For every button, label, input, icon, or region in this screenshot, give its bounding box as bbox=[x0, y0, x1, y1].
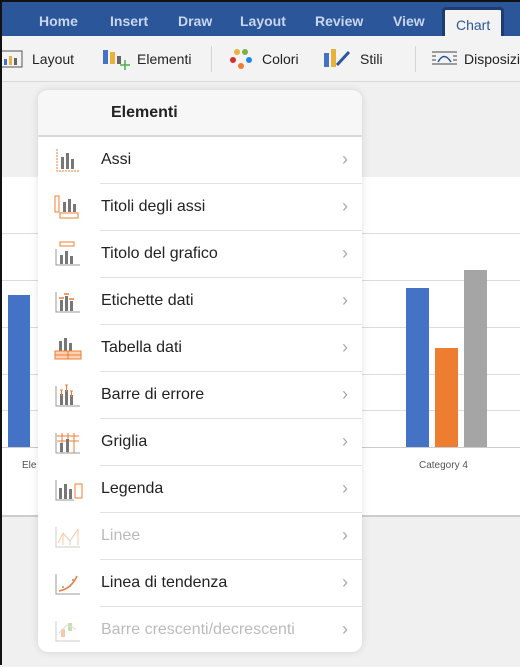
axes-icon bbox=[56, 149, 79, 172]
menu-item-label: Assi bbox=[101, 151, 132, 168]
menu-item-gridlines[interactable]: Griglia › bbox=[38, 419, 362, 466]
tab-chart[interactable]: Chart bbox=[442, 7, 505, 36]
arrange-icon bbox=[432, 51, 457, 65]
chevron-right-icon: › bbox=[342, 149, 348, 169]
menu-item-label: Barre crescenti/decrescenti bbox=[101, 621, 295, 638]
toolbar: Layout Elementi Colori Stili Disposizi bbox=[2, 36, 520, 82]
error-bars-icon bbox=[55, 384, 80, 407]
divider bbox=[415, 46, 416, 72]
colori-button[interactable]: Colori bbox=[262, 51, 299, 67]
colors-icon bbox=[230, 49, 252, 69]
up-down-bars-icon bbox=[55, 621, 80, 642]
menu-item-label: Griglia bbox=[101, 433, 148, 450]
chevron-right-icon: › bbox=[342, 572, 348, 592]
chevron-right-icon: › bbox=[342, 384, 348, 404]
menu-item-error-bars[interactable]: Barre di errore › bbox=[38, 372, 362, 419]
chevron-right-icon: › bbox=[342, 290, 348, 310]
menu-item-legend[interactable]: Legenda › bbox=[38, 466, 362, 513]
chevron-right-icon: › bbox=[342, 431, 348, 451]
legend-icon bbox=[55, 480, 83, 501]
tab-review[interactable]: Review bbox=[315, 13, 363, 29]
menu-item-label: Barre di errore bbox=[101, 386, 205, 403]
gridlines-icon bbox=[55, 433, 80, 454]
bar-series2-cat4 bbox=[435, 348, 458, 447]
menu-item-label: Etichette dati bbox=[101, 292, 194, 309]
trendline-icon bbox=[55, 574, 80, 595]
menu-item-label: Legenda bbox=[101, 480, 164, 497]
tab-draw[interactable]: Draw bbox=[178, 13, 212, 29]
chevron-right-icon: › bbox=[342, 478, 348, 498]
bar-series1-cat1 bbox=[8, 295, 30, 447]
tab-view[interactable]: View bbox=[393, 13, 425, 29]
data-table-icon bbox=[54, 338, 82, 360]
stili-button[interactable]: Stili bbox=[360, 51, 383, 67]
chevron-right-icon: › bbox=[342, 337, 348, 357]
menu-item-axis-titles[interactable]: Titoli degli assi › bbox=[38, 184, 362, 231]
chart-elements-icon bbox=[103, 50, 130, 70]
category-label: Ele bbox=[22, 460, 37, 471]
menu-item-lines: Linee › bbox=[38, 513, 362, 560]
chevron-right-icon: › bbox=[342, 525, 348, 545]
menu-item-data-labels[interactable]: Etichette dati › bbox=[38, 278, 362, 325]
category-label: Category 4 bbox=[419, 460, 468, 471]
axis-titles-icon bbox=[54, 195, 79, 219]
styles-icon bbox=[324, 49, 351, 67]
menu-item-up-down-bars: Barre crescenti/decrescenti › bbox=[38, 607, 362, 652]
data-labels-icon bbox=[55, 292, 80, 313]
menu-item-trendline[interactable]: Linea di tendenza › bbox=[38, 560, 362, 607]
menu-item-chart-title[interactable]: Titolo del grafico › bbox=[38, 231, 362, 278]
layout-button[interactable]: Layout bbox=[32, 51, 74, 67]
popover-title: Elementi bbox=[38, 90, 362, 137]
chart-title-icon bbox=[55, 241, 80, 266]
layout-icon bbox=[2, 50, 23, 68]
disposizione-button[interactable]: Disposizi bbox=[464, 51, 520, 67]
elements-popover: Elementi Assi › Titoli degli assi › Titolo d… bbox=[38, 90, 362, 652]
chevron-right-icon: › bbox=[342, 243, 348, 263]
ribbon-tabs: Home Insert Draw Layout Review View Char… bbox=[2, 2, 520, 36]
bar-series3-cat4 bbox=[464, 270, 487, 447]
tab-home[interactable]: Home bbox=[39, 13, 78, 29]
menu-item-data-table[interactable]: Tabella dati › bbox=[38, 325, 362, 372]
chevron-right-icon: › bbox=[342, 619, 348, 639]
menu-item-label: Titolo del grafico bbox=[101, 245, 218, 262]
menu-item-label: Linea di tendenza bbox=[101, 574, 228, 591]
tab-layout[interactable]: Layout bbox=[240, 13, 286, 29]
divider bbox=[211, 46, 212, 72]
menu-item-label: Linee bbox=[101, 527, 141, 544]
elementi-button[interactable]: Elementi bbox=[137, 51, 191, 67]
menu-item-axes[interactable]: Assi › bbox=[38, 137, 362, 184]
tab-insert[interactable]: Insert bbox=[110, 13, 148, 29]
chevron-right-icon: › bbox=[342, 196, 348, 216]
lines-icon bbox=[55, 527, 80, 548]
menu-item-label: Titoli degli assi bbox=[101, 198, 206, 215]
menu-item-label: Tabella dati bbox=[101, 339, 182, 356]
bar-series1-cat4 bbox=[406, 288, 429, 447]
